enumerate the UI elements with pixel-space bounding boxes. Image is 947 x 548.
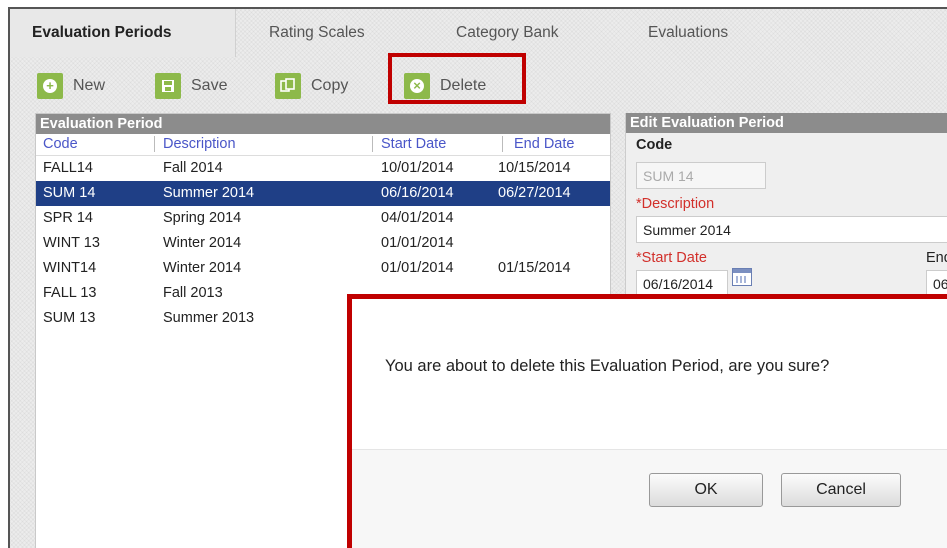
column-header-start-date[interactable]: Start Date bbox=[381, 136, 446, 152]
row-description: Summer 2014 bbox=[163, 185, 255, 201]
tab-bar: Evaluation Periods Rating Scales Categor… bbox=[10, 9, 947, 57]
column-divider bbox=[372, 136, 373, 152]
row-start-date: 04/01/2014 bbox=[381, 210, 454, 226]
description-field[interactable]: Summer 2014 bbox=[636, 216, 947, 243]
column-divider bbox=[502, 136, 503, 152]
save-button[interactable]: Save bbox=[155, 69, 227, 103]
start-date-label: *Start Date bbox=[636, 250, 707, 266]
new-button[interactable]: + New bbox=[37, 69, 105, 103]
row-code: WINT 13 bbox=[43, 235, 100, 251]
row-description: Summer 2013 bbox=[163, 310, 255, 326]
row-description: Winter 2014 bbox=[163, 235, 242, 251]
list-row[interactable]: FALL14 Fall 2014 10/01/2014 10/15/2014 bbox=[36, 156, 610, 181]
end-date-field[interactable]: 06 bbox=[926, 270, 947, 297]
row-code: SUM 13 bbox=[43, 310, 96, 326]
save-button-label: Save bbox=[191, 77, 228, 94]
row-end-date: 01/15/2014 bbox=[498, 260, 571, 276]
row-end-date: 06/27/2014 bbox=[498, 185, 571, 201]
tab-rating-scales[interactable]: Rating Scales bbox=[269, 9, 365, 57]
list-row-selected[interactable]: SUM 14 Summer 2014 06/16/2014 06/27/2014 bbox=[36, 181, 610, 206]
list-row[interactable]: WINT14 Winter 2014 01/01/2014 01/15/2014 bbox=[36, 256, 610, 281]
column-header-description[interactable]: Description bbox=[163, 136, 236, 152]
row-code: SPR 14 bbox=[43, 210, 93, 226]
dialog-footer: OK Cancel bbox=[352, 449, 947, 548]
add-icon: + bbox=[37, 73, 63, 99]
edit-panel-title: Edit Evaluation Period bbox=[626, 113, 947, 133]
column-header-end-date[interactable]: End Date bbox=[514, 136, 574, 152]
new-button-label: New bbox=[73, 77, 106, 94]
list-panel-title: Evaluation Period bbox=[36, 114, 610, 134]
end-date-label: End bbox=[926, 250, 947, 266]
code-field: SUM 14 bbox=[636, 162, 766, 189]
dialog-message: You are about to delete this Evaluation … bbox=[385, 357, 830, 375]
row-code: FALL 13 bbox=[43, 285, 97, 301]
row-start-date: 10/01/2014 bbox=[381, 160, 454, 176]
row-description: Fall 2014 bbox=[163, 160, 223, 176]
row-start-date: 01/01/2014 bbox=[381, 235, 454, 251]
row-start-date: 01/01/2014 bbox=[381, 260, 454, 276]
app-frame: Evaluation Periods Rating Scales Categor… bbox=[8, 7, 947, 548]
list-row[interactable]: WINT 13 Winter 2014 01/01/2014 bbox=[36, 231, 610, 256]
calendar-icon[interactable] bbox=[732, 268, 752, 286]
ok-button[interactable]: OK bbox=[649, 473, 763, 507]
tab-category-bank[interactable]: Category Bank bbox=[456, 9, 559, 57]
row-code: WINT14 bbox=[43, 260, 97, 276]
list-column-headers: Code Description Start Date End Date bbox=[36, 134, 610, 156]
row-start-date: 06/16/2014 bbox=[381, 185, 454, 201]
description-label: *Description bbox=[636, 196, 715, 212]
row-description: Spring 2014 bbox=[163, 210, 242, 226]
tab-evaluation-periods[interactable]: Evaluation Periods bbox=[10, 9, 236, 57]
row-description: Winter 2014 bbox=[163, 260, 242, 276]
code-label: Code bbox=[636, 137, 673, 153]
row-description: Fall 2013 bbox=[163, 285, 223, 301]
copy-button[interactable]: Copy bbox=[275, 69, 348, 103]
start-date-field[interactable]: 06/16/2014 bbox=[636, 270, 728, 297]
list-row[interactable]: SPR 14 Spring 2014 04/01/2014 bbox=[36, 206, 610, 231]
column-header-code[interactable]: Code bbox=[43, 136, 78, 152]
copy-button-label: Copy bbox=[311, 77, 349, 94]
tab-evaluations[interactable]: Evaluations bbox=[648, 9, 728, 57]
copy-icon bbox=[275, 73, 301, 99]
save-icon bbox=[155, 73, 181, 99]
cancel-button[interactable]: Cancel bbox=[781, 473, 901, 507]
delete-highlight-box bbox=[388, 53, 526, 104]
row-end-date: 10/15/2014 bbox=[498, 160, 571, 176]
row-code: FALL14 bbox=[43, 160, 93, 176]
row-code: SUM 14 bbox=[43, 185, 96, 201]
delete-confirmation-dialog: You are about to delete this Evaluation … bbox=[347, 294, 947, 548]
column-divider bbox=[154, 136, 155, 152]
